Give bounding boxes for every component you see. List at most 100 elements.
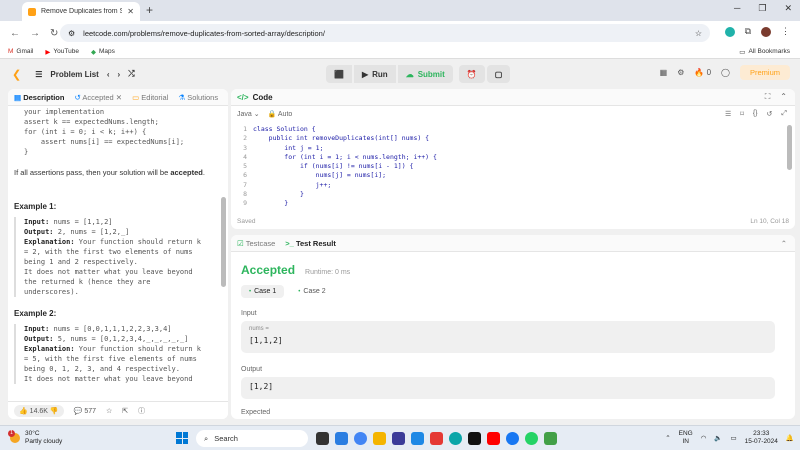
submit-button[interactable]: ☁ Submit xyxy=(397,65,453,83)
prev-problem-icon[interactable]: ‹ xyxy=(107,70,110,79)
facebook-icon[interactable] xyxy=(506,432,519,445)
restore-icon[interactable]: ❐ xyxy=(758,3,766,14)
notification-icon[interactable]: 🔔 xyxy=(786,434,794,442)
youtube-app-icon[interactable] xyxy=(487,432,500,445)
next-problem-icon[interactable]: › xyxy=(118,70,121,79)
tab-accepted[interactable]: ↺ Accepted ✕ xyxy=(74,93,122,102)
bookmark-gmail[interactable]: M Gmail xyxy=(8,48,33,55)
reload-icon[interactable]: ↻ xyxy=(50,28,58,39)
app-icon-green[interactable] xyxy=(544,432,557,445)
tab-editorial[interactable]: ▭ Editorial xyxy=(132,93,168,102)
pass-dot-icon: • xyxy=(249,288,252,295)
editor-status: Saved Ln 10, Col 18 xyxy=(237,218,789,225)
address-bar[interactable]: ⚙ leetcode.com/problems/remove-duplicate… xyxy=(60,24,710,42)
notes-button[interactable]: ▢ xyxy=(486,65,511,83)
settings-gear-icon[interactable]: ⚙ xyxy=(677,68,684,77)
store-icon[interactable] xyxy=(411,432,424,445)
leetcode-logo-icon[interactable]: ❮ xyxy=(12,68,21,81)
minimize-icon[interactable]: ─ xyxy=(734,3,740,14)
expand-icon[interactable]: ⛶ xyxy=(765,92,771,102)
bookmark-icon[interactable]: ⌑ xyxy=(740,110,744,118)
user-avatar-icon[interactable]: ◯ xyxy=(721,68,730,77)
tray-overflow-icon[interactable]: ⌃ xyxy=(665,434,670,442)
example-2-box: Input: nums = [0,0,1,1,1,2,2,3,3,4] Outp… xyxy=(14,324,219,384)
reset-icon[interactable]: ↺ xyxy=(767,110,773,118)
extension-icon[interactable] xyxy=(724,26,735,37)
new-tab-icon[interactable]: + xyxy=(146,3,153,17)
profile-avatar[interactable] xyxy=(761,26,771,37)
share-icon[interactable]: ⇱ xyxy=(122,407,128,415)
language-select[interactable]: Java ⌄ xyxy=(237,110,260,118)
bookmark-maps[interactable]: ◆ Maps xyxy=(91,48,115,56)
layout-icon[interactable]: ▦ xyxy=(660,68,668,77)
collapse-icon[interactable]: ⌃ xyxy=(780,92,787,102)
list-icon: ☰ xyxy=(35,69,43,79)
output-box: [1,2] xyxy=(241,377,775,399)
battery-icon[interactable]: ▭ xyxy=(731,434,737,442)
streak[interactable]: 🔥 0 xyxy=(694,68,711,77)
editor-scrollbar[interactable] xyxy=(787,125,792,170)
extensions-puzzle-icon[interactable]: ⧉ xyxy=(745,26,751,37)
code-editor[interactable]: 1 class Solution { 2 public int removeDup… xyxy=(231,125,795,207)
tab-solutions[interactable]: ⚗ Solutions xyxy=(178,93,218,102)
help-icon[interactable]: ⓘ xyxy=(138,406,145,416)
bookmark-youtube[interactable]: ▶ YouTube xyxy=(45,48,79,56)
premium-button[interactable]: Premium xyxy=(739,65,790,80)
tab-test-result[interactable]: >_ Test Result xyxy=(285,239,336,248)
description-scrollbar[interactable] xyxy=(221,197,226,287)
braces-icon[interactable]: {} xyxy=(753,110,758,118)
windows-start-icon[interactable] xyxy=(176,432,188,444)
assert-code-block: your implementation assert k == expected… xyxy=(24,108,185,156)
whatsapp-icon[interactable] xyxy=(525,432,538,445)
task-view-icon[interactable] xyxy=(316,432,329,445)
tab-testcase[interactable]: ☑ Testcase xyxy=(237,239,275,248)
result-status: Accepted Runtime: 0 ms xyxy=(241,263,350,277)
thumbs-down-icon[interactable]: 👎 xyxy=(50,408,59,415)
debug-button[interactable]: ⬛ xyxy=(326,65,352,83)
input-var: nums = xyxy=(249,326,269,332)
code-line: 1 class Solution { xyxy=(243,125,316,133)
clock[interactable]: 23:33 15-07-2024 xyxy=(745,430,778,446)
test-tabs: ☑ Testcase >_ Test Result ⌃ xyxy=(231,235,795,252)
case-2-tab[interactable]: • Case 2 xyxy=(290,285,333,298)
teams-icon[interactable] xyxy=(335,432,348,445)
wifi-icon[interactable]: ◠ xyxy=(701,434,707,442)
timer-button[interactable]: ⏰ xyxy=(458,65,485,83)
bookmark-star-icon[interactable]: ☆ xyxy=(695,29,702,38)
fullscreen-icon[interactable]: ⤢ xyxy=(781,110,787,118)
intellij-icon[interactable] xyxy=(392,432,405,445)
collapse-panel-icon[interactable]: ⌃ xyxy=(781,239,787,248)
like-button[interactable]: 👍 14.6K 👎 xyxy=(14,404,64,417)
close-tab-x-icon[interactable]: ✕ xyxy=(116,93,122,102)
app-icon-red[interactable] xyxy=(430,432,443,445)
volume-icon[interactable]: 🔈 xyxy=(714,434,722,442)
language-indicator[interactable]: ENG IN xyxy=(679,430,693,446)
pass-dot-icon: • xyxy=(298,288,301,295)
forward-icon[interactable]: → xyxy=(30,28,40,39)
tab-description[interactable]: ▤ Description xyxy=(14,93,64,102)
taskbar-search[interactable]: ⌕ Search xyxy=(196,430,308,447)
close-window-icon[interactable]: ✕ xyxy=(784,3,792,14)
auto-mode[interactable]: 🔒 Auto xyxy=(268,110,293,118)
cloud-upload-icon: ☁ xyxy=(405,69,414,79)
problem-list-button[interactable]: Problem List xyxy=(50,70,98,79)
favorite-star-icon[interactable]: ☆ xyxy=(106,407,112,415)
back-icon[interactable]: ← xyxy=(10,28,20,39)
menu-kebab-icon[interactable]: ⋮ xyxy=(781,26,790,37)
format-icon[interactable]: ☰ xyxy=(725,110,731,118)
run-button[interactable]: ▶ Run xyxy=(353,65,396,83)
chrome-icon[interactable] xyxy=(354,432,367,445)
example-1-box: Input: nums = [1,1,2] Output: 2, nums = … xyxy=(14,217,219,297)
file-explorer-icon[interactable] xyxy=(373,432,386,445)
site-info-icon[interactable]: ⚙ xyxy=(68,29,75,38)
all-bookmarks[interactable]: ▭ All Bookmarks xyxy=(739,48,790,56)
shuffle-icon[interactable]: ⤮ xyxy=(128,69,134,79)
edge-icon[interactable] xyxy=(449,432,462,445)
netflix-icon[interactable] xyxy=(468,432,481,445)
code-line: 3 int j = 1; xyxy=(243,143,324,152)
browser-tab[interactable]: Remove Duplicates from Sorte ✕ xyxy=(22,2,140,21)
close-tab-icon[interactable]: ✕ xyxy=(127,7,134,16)
weather-widget[interactable]: 1 30°C Partly cloudy xyxy=(8,430,62,446)
case-1-tab[interactable]: • Case 1 xyxy=(241,285,285,298)
comments-button[interactable]: 💬 577 xyxy=(74,407,96,415)
